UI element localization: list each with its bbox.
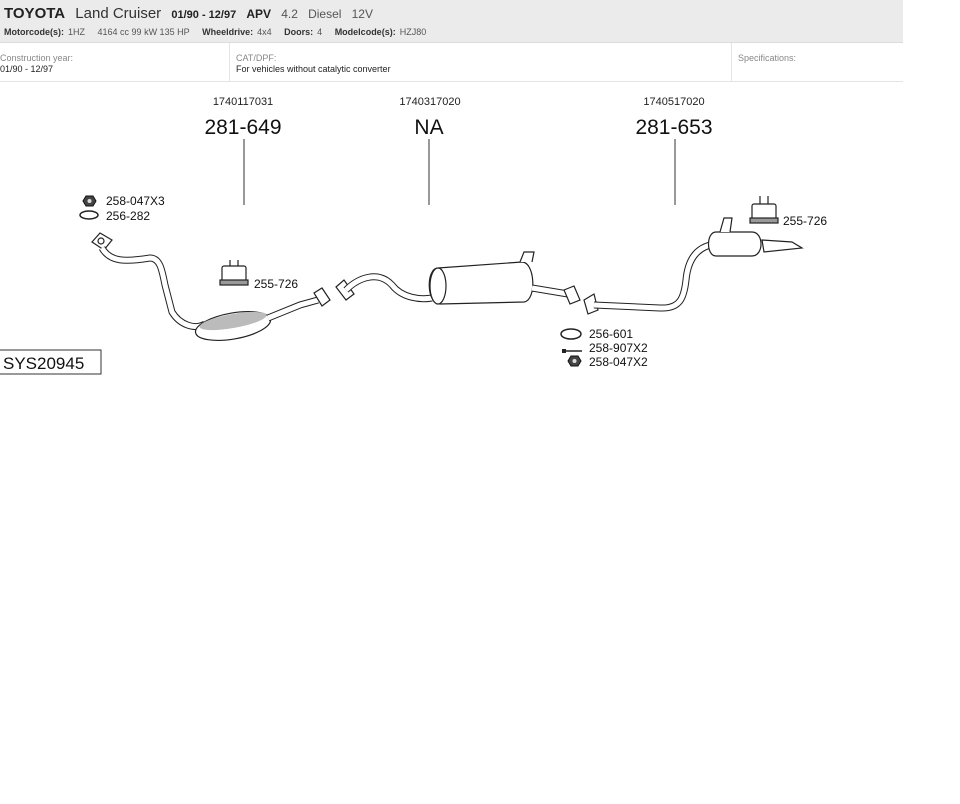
part-code-2[interactable]: NA — [414, 116, 443, 139]
gasket-icon — [79, 210, 99, 220]
vehicle-fuel: Diesel — [308, 7, 342, 21]
bolt-icon — [562, 349, 582, 353]
doors-key: Doors: — [284, 27, 314, 37]
label-rubber-front[interactable]: 255-726 — [254, 277, 298, 291]
label-rear-nut[interactable]: 258-047X2 — [589, 355, 648, 369]
exhaust-diagram: 1740117031 281-649 1740317020 NA 1740517… — [0, 96, 827, 375]
cat-label: CAT/DPF: — [236, 53, 277, 63]
part-oem-2: 1740317020 — [399, 96, 460, 108]
nut-icon — [82, 195, 97, 207]
info-bar: Construction year: 01/90 - 12/97 CAT/DPF… — [0, 43, 903, 82]
part-oem-1: 1740117031 — [213, 96, 273, 108]
rubber-mount-icon — [219, 260, 249, 286]
vehicle-model: Land Cruiser — [75, 5, 162, 22]
modelcode-value: HZJ80 — [399, 27, 427, 37]
vehicle-type: APV — [246, 7, 272, 21]
label-ring[interactable]: 256-601 — [589, 327, 633, 341]
label-front-nut[interactable]: 258-047X3 — [106, 194, 165, 208]
part-code-3[interactable]: 281-653 — [635, 116, 712, 139]
specifications-cell: Specifications: — [731, 43, 904, 81]
cat-cell: CAT/DPF: For vehicles without catalytic … — [229, 43, 731, 81]
motorcode-value: 1HZ — [68, 27, 86, 37]
wheeldrive-value: 4x4 — [257, 27, 272, 37]
part-oem-3: 1740517020 — [643, 96, 704, 108]
construction-value: 01/90 - 12/97 — [0, 64, 54, 74]
vehicle-title-row: TOYOTA Land Cruiser 01/90 - 12/97 APV 4.… — [4, 5, 379, 22]
part-code-1[interactable]: 281-649 — [204, 116, 281, 139]
label-rubber-rear[interactable]: 255-726 — [783, 214, 827, 228]
construction-cell: Construction year: 01/90 - 12/97 — [0, 43, 228, 81]
wheeldrive-key: Wheeldrive: — [202, 27, 254, 37]
doors-value: 4 — [317, 27, 323, 37]
label-front-gasket[interactable]: 256-282 — [106, 209, 150, 223]
cat-value: For vehicles without catalytic converter — [236, 64, 391, 74]
rear-pipe-with-muffler — [583, 217, 804, 315]
vehicle-engine: 4.2 — [281, 7, 298, 21]
motorcode-key: Motorcode(s): — [4, 27, 64, 37]
nut-icon — [567, 355, 582, 367]
vehicle-header: TOYOTA Land Cruiser 01/90 - 12/97 APV 4.… — [0, 0, 903, 43]
ring-icon — [560, 328, 582, 340]
system-code: SYS20945 — [3, 354, 84, 373]
rubber-mount-icon — [749, 196, 779, 224]
vehicle-valves: 12V — [351, 7, 373, 21]
vehicle-brand: TOYOTA — [4, 5, 66, 22]
engine-stats: 4164 cc 99 kW 135 HP — [97, 27, 190, 37]
vehicle-specs-row: Motorcode(s): 1HZ 4164 cc 99 kW 135 HP Wh… — [4, 27, 436, 37]
vehicle-years: 01/90 - 12/97 — [171, 9, 237, 21]
modelcode-key: Modelcode(s): — [334, 27, 396, 37]
construction-label: Construction year: — [0, 53, 74, 63]
middle-pipe-with-muffler — [335, 251, 581, 305]
specifications-label: Specifications: — [738, 53, 797, 63]
label-bolt[interactable]: 258-907X2 — [589, 341, 648, 355]
